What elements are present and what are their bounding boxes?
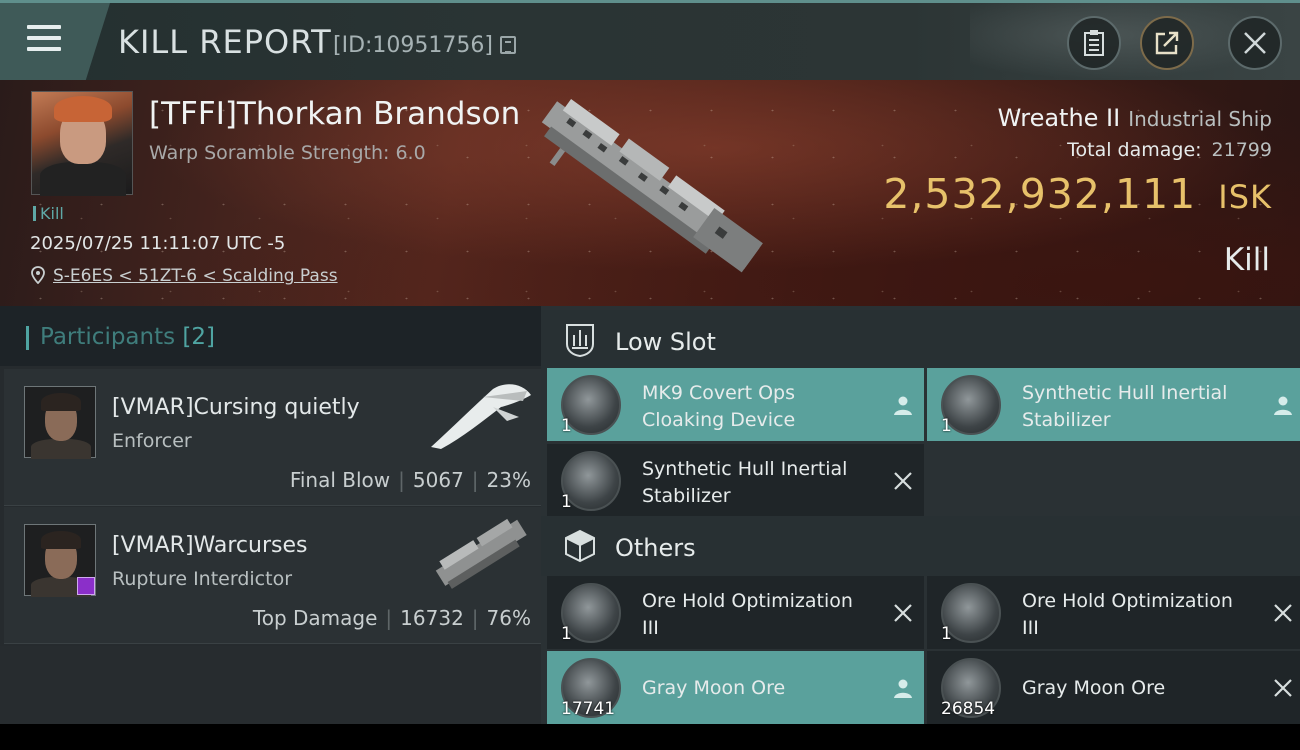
ship-class: Industrial Ship xyxy=(1128,107,1272,131)
kill-location-link[interactable]: S-E6ES < 51ZT-6 < Scalding Pass xyxy=(53,266,338,286)
share-button[interactable] xyxy=(1140,16,1194,70)
participants-empty-area xyxy=(0,646,541,724)
participant-damage: 5067 xyxy=(412,468,464,492)
module-name: Ore Hold Optimization III xyxy=(642,590,853,639)
close-button[interactable] xyxy=(1228,16,1282,70)
participant-ship: Enforcer xyxy=(112,430,192,452)
module-qty: 1 xyxy=(561,624,572,644)
participant-percent: 76% xyxy=(486,606,531,630)
victim-header: [TFFI]Thorkan Brandson Warp Soramble Str… xyxy=(0,80,1300,306)
participant-stats: Top Damage | 16732 | 76% xyxy=(252,606,531,630)
low-slot-section-header: Low Slot xyxy=(541,310,1300,370)
module-qty: 1 xyxy=(561,492,572,512)
participant-row[interactable]: [VMAR]Warcurses Rupture Interdictor Top … xyxy=(4,507,541,644)
participant-row[interactable]: [VMAR]Cursing quietly Enforcer Final Blo… xyxy=(4,369,541,506)
module-name: Ore Hold Optimization III xyxy=(1022,590,1233,639)
menu-button[interactable] xyxy=(0,3,110,80)
isk-value: 2,532,932,111 ISK xyxy=(883,170,1272,218)
menu-icon xyxy=(27,25,61,53)
participants-label: Participants xyxy=(40,324,176,350)
module-qty: 1 xyxy=(561,416,572,436)
share-icon xyxy=(1155,31,1179,55)
participants-accent-bar xyxy=(26,326,29,350)
x-icon xyxy=(894,472,912,490)
others-label: Others xyxy=(615,534,696,562)
participant-badge-icon xyxy=(77,577,95,595)
top-bar: KILL REPORT [ID:10951756] xyxy=(0,0,1300,83)
module-item[interactable]: 1 Synthetic Hull Inertial Stabilizer xyxy=(927,368,1300,441)
participant-ship: Rupture Interdictor xyxy=(112,568,292,590)
low-slot-label: Low Slot xyxy=(615,328,716,356)
x-icon xyxy=(1274,679,1292,697)
victim-ship-name[interactable]: Wreathe II Industrial Ship xyxy=(998,104,1272,132)
isk-unit: ISK xyxy=(1218,178,1272,216)
participant-percent: 23% xyxy=(486,468,531,492)
warp-scramble-strength: Warp Soramble Strength: 6.0 xyxy=(149,142,426,164)
module-name: MK9 Covert Ops Cloaking Device xyxy=(642,382,796,431)
participant-stats: Final Blow | 5067 | 23% xyxy=(289,468,531,492)
cube-icon xyxy=(565,529,595,563)
participants-header[interactable]: Participants [2] xyxy=(0,306,541,366)
participant-avatar[interactable] xyxy=(24,524,96,597)
fitting-panel: Low Slot 1 MK9 Covert Ops Cloaking Devic… xyxy=(541,306,1300,724)
copy-icon[interactable] xyxy=(500,36,516,54)
module-name: Synthetic Hull Inertial Stabilizer xyxy=(1022,382,1228,431)
participants-count: [2] xyxy=(182,324,216,350)
participant-ship-image xyxy=(435,518,527,589)
report-result: Kill xyxy=(1223,242,1270,278)
kill-tag: Kill xyxy=(33,204,64,223)
module-item[interactable]: 26854 Gray Moon Ore xyxy=(927,651,1300,724)
module-item[interactable]: 1 MK9 Covert Ops Cloaking Device xyxy=(547,368,924,441)
person-icon xyxy=(1274,396,1292,415)
screen-bottom-edge xyxy=(0,724,1300,750)
module-qty: 26854 xyxy=(941,699,996,719)
person-icon xyxy=(894,396,912,415)
participants-panel: Participants [2] [VMAR]Cursing quietly E… xyxy=(0,306,541,724)
module-name: Synthetic Hull Inertial Stabilizer xyxy=(642,458,848,507)
module-item[interactable]: 1 Ore Hold Optimization III xyxy=(927,576,1300,649)
module-name: Gray Moon Ore xyxy=(642,677,786,699)
victim-ship-image[interactable] xyxy=(515,88,785,284)
module-qty: 17741 xyxy=(561,699,616,719)
others-section-header: Others xyxy=(541,516,1300,576)
close-icon xyxy=(1244,32,1266,54)
participant-avatar[interactable] xyxy=(24,386,96,459)
clipboard-button[interactable] xyxy=(1067,16,1121,70)
ship-name-text: Wreathe II xyxy=(997,104,1121,132)
module-qty: 1 xyxy=(941,416,952,436)
report-id: [ID:10951756] xyxy=(333,33,493,58)
kill-datetime: 2025/07/25 11:11:07 UTC -5 xyxy=(30,233,286,254)
location-pin-icon xyxy=(31,266,45,284)
total-damage-value: 21799 xyxy=(1211,139,1272,161)
participant-name: [VMAR]Cursing quietly xyxy=(112,395,360,420)
participant-role: Final Blow xyxy=(289,468,391,492)
module-item[interactable]: 17741 Gray Moon Ore xyxy=(547,651,924,724)
participant-role: Top Damage xyxy=(252,606,378,630)
victim-name[interactable]: [TFFI]Thorkan Brandson xyxy=(149,96,520,132)
module-item[interactable]: 1 Synthetic Hull Inertial Stabilizer xyxy=(547,444,924,517)
page-title: KILL REPORT xyxy=(118,23,332,61)
victim-avatar[interactable] xyxy=(31,91,133,196)
isk-amount: 2,532,932,111 xyxy=(883,170,1197,218)
x-icon xyxy=(894,604,912,622)
total-damage-label: Total damage: xyxy=(1067,139,1202,161)
x-icon xyxy=(1274,604,1292,622)
participant-name: [VMAR]Warcurses xyxy=(112,533,308,558)
person-icon xyxy=(894,679,912,698)
module-name: Gray Moon Ore xyxy=(1022,677,1166,699)
participants-title: Participants [2] xyxy=(40,324,215,350)
total-damage: Total damage: 21799 xyxy=(1067,139,1272,161)
participant-ship-image xyxy=(431,384,531,449)
module-item[interactable]: 1 Ore Hold Optimization III xyxy=(547,576,924,649)
clipboard-icon xyxy=(1084,30,1104,56)
module-qty: 1 xyxy=(941,624,952,644)
participant-damage: 16732 xyxy=(400,606,464,630)
low-slot-icon xyxy=(566,324,594,358)
